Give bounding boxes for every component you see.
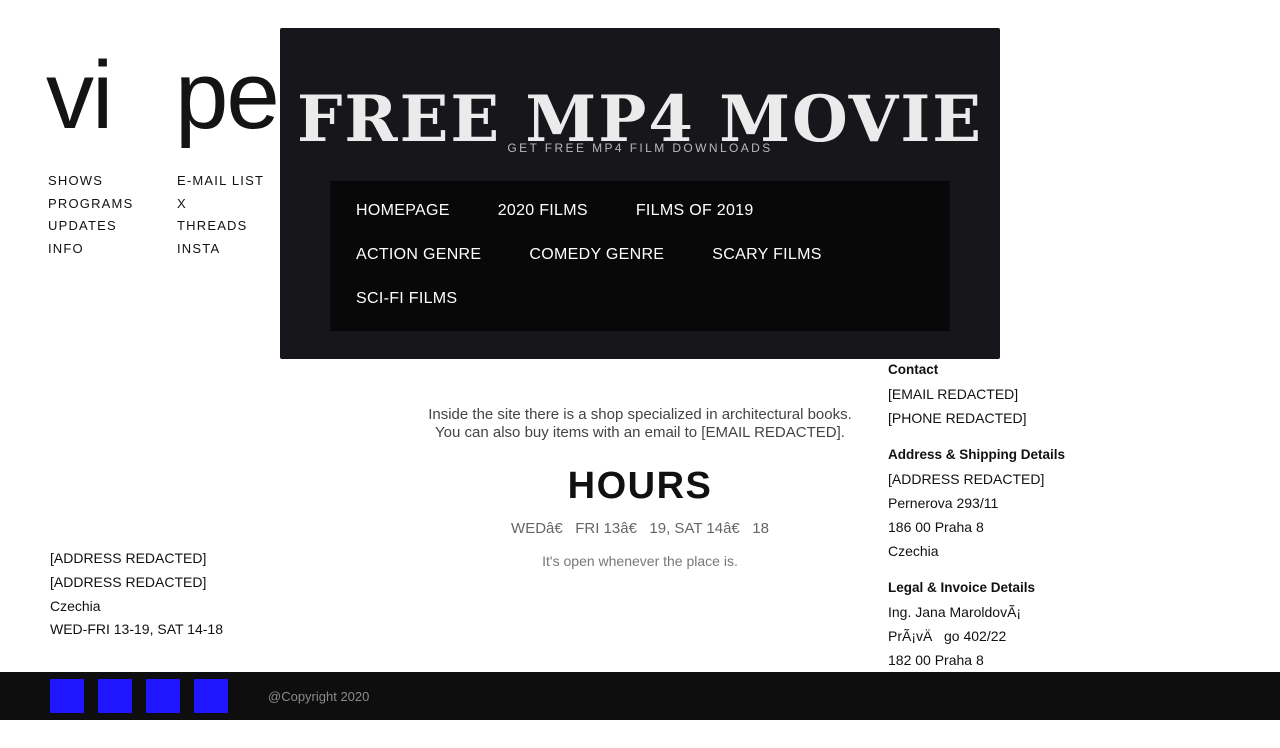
nav-link-insta[interactable]: INSTA	[177, 238, 264, 261]
address-line: Czechia	[50, 597, 101, 614]
social-icon-2[interactable]	[98, 679, 132, 713]
address-line: [ADDRESS REDACTED]	[50, 550, 207, 566]
shipping-line: [ADDRESS REDACTED]	[888, 471, 1045, 487]
legal-line: Ing. Jana MaroldovÃ¡	[888, 604, 1022, 620]
nav-link-shows[interactable]: SHOWS	[48, 170, 133, 193]
legal-line: PrÃ¡vÄ go 402/22	[888, 628, 1007, 644]
overlay-menu-row: HOMEPAGE 2020 FILMS FILMS OF 2019	[356, 189, 950, 233]
nav-column-social: E-MAIL LIST X THREADS INSTA	[177, 170, 264, 260]
menu-item-action-genre[interactable]: ACTION GENRE	[356, 246, 481, 264]
intro-line: Inside the site there is a shop speciali…	[428, 406, 852, 423]
nav-column-primary: SHOWS PROGRAMS UPDATES INFO	[48, 170, 133, 260]
contact-email[interactable]: [EMAIL REDACTED]	[888, 382, 1188, 406]
menu-item-films-of-2019[interactable]: FILMS OF 2019	[636, 202, 754, 220]
address-line: WED-FRI 13-19, SAT 14-18	[50, 621, 223, 638]
ad-overlay-banner[interactable]: FREE MP4 MOVIE GET FREE MP4 FILM DOWNLOA…	[280, 28, 1000, 359]
nav-link-threads[interactable]: THREADS	[177, 215, 264, 238]
footer: @Copyright 2020	[0, 672, 1280, 720]
menu-item-sci-fi-films[interactable]: SCI-FI FILMS	[356, 290, 457, 308]
brand-logo-left[interactable]: vi	[46, 48, 113, 144]
nav-link-programs[interactable]: PROGRAMS	[48, 193, 133, 216]
overlay-menu-row: ACTION GENRE COMEDY GENRE SCARY FILMS	[356, 233, 950, 277]
shipping-line: 186 00 Praha 8	[888, 519, 984, 535]
copyright-text: @Copyright 2020	[268, 689, 370, 704]
address-left: [ADDRESS REDACTED] [ADDRESS REDACTED] Cz…	[50, 547, 223, 642]
menu-item-comedy-genre[interactable]: COMEDY GENRE	[529, 246, 664, 264]
nav-link-x[interactable]: X	[177, 193, 264, 216]
shipping-line: Pernerova 293/11	[888, 495, 999, 511]
intro-line: You can also buy items with an email to …	[435, 424, 845, 441]
legal-block: Legal & Invoice Details Ing. Jana Marold…	[888, 576, 1188, 672]
contact-block: Contact [EMAIL REDACTED] [PHONE REDACTED…	[888, 358, 1188, 430]
address-line: [ADDRESS REDACTED]	[50, 573, 207, 590]
intro-text: Inside the site there is a shop speciali…	[400, 406, 880, 442]
legal-heading: Legal & Invoice Details	[888, 580, 1036, 595]
details-column: Contact [EMAIL REDACTED] [PHONE REDACTED…	[888, 358, 1188, 685]
nav-link-updates[interactable]: UPDATES	[48, 215, 133, 238]
shipping-heading: Address & Shipping Details	[888, 447, 1066, 462]
open-note: It's open whenever the place is.	[542, 553, 738, 569]
nav-link-email-list[interactable]: E-MAIL LIST	[177, 170, 264, 193]
social-icon-4[interactable]	[194, 679, 228, 713]
overlay-menu-row: SCI-FI FILMS	[356, 277, 950, 321]
hours-schedule: WEDâ€ FRI 13â€ 19, SAT 14â€ 18	[511, 520, 769, 537]
legal-line: 182 00 Praha 8	[888, 652, 984, 668]
contact-heading: Contact	[888, 362, 939, 377]
social-icon-3[interactable]	[146, 679, 180, 713]
menu-item-scary-films[interactable]: SCARY FILMS	[712, 246, 821, 264]
menu-item-2020-films[interactable]: 2020 FILMS	[498, 202, 588, 220]
hours-heading: HOURS	[567, 465, 713, 507]
contact-phone[interactable]: [PHONE REDACTED]	[888, 406, 1188, 430]
menu-item-homepage[interactable]: HOMEPAGE	[356, 202, 450, 220]
shipping-block: Address & Shipping Details [ADDRESS REDA…	[888, 443, 1188, 563]
social-icon-1[interactable]	[50, 679, 84, 713]
overlay-subtitle: GET FREE MP4 FILM DOWNLOADS	[507, 141, 773, 155]
shipping-line: Czechia	[888, 543, 939, 559]
nav-link-info[interactable]: INFO	[48, 238, 133, 261]
overlay-menu: HOMEPAGE 2020 FILMS FILMS OF 2019 ACTION…	[330, 181, 950, 331]
